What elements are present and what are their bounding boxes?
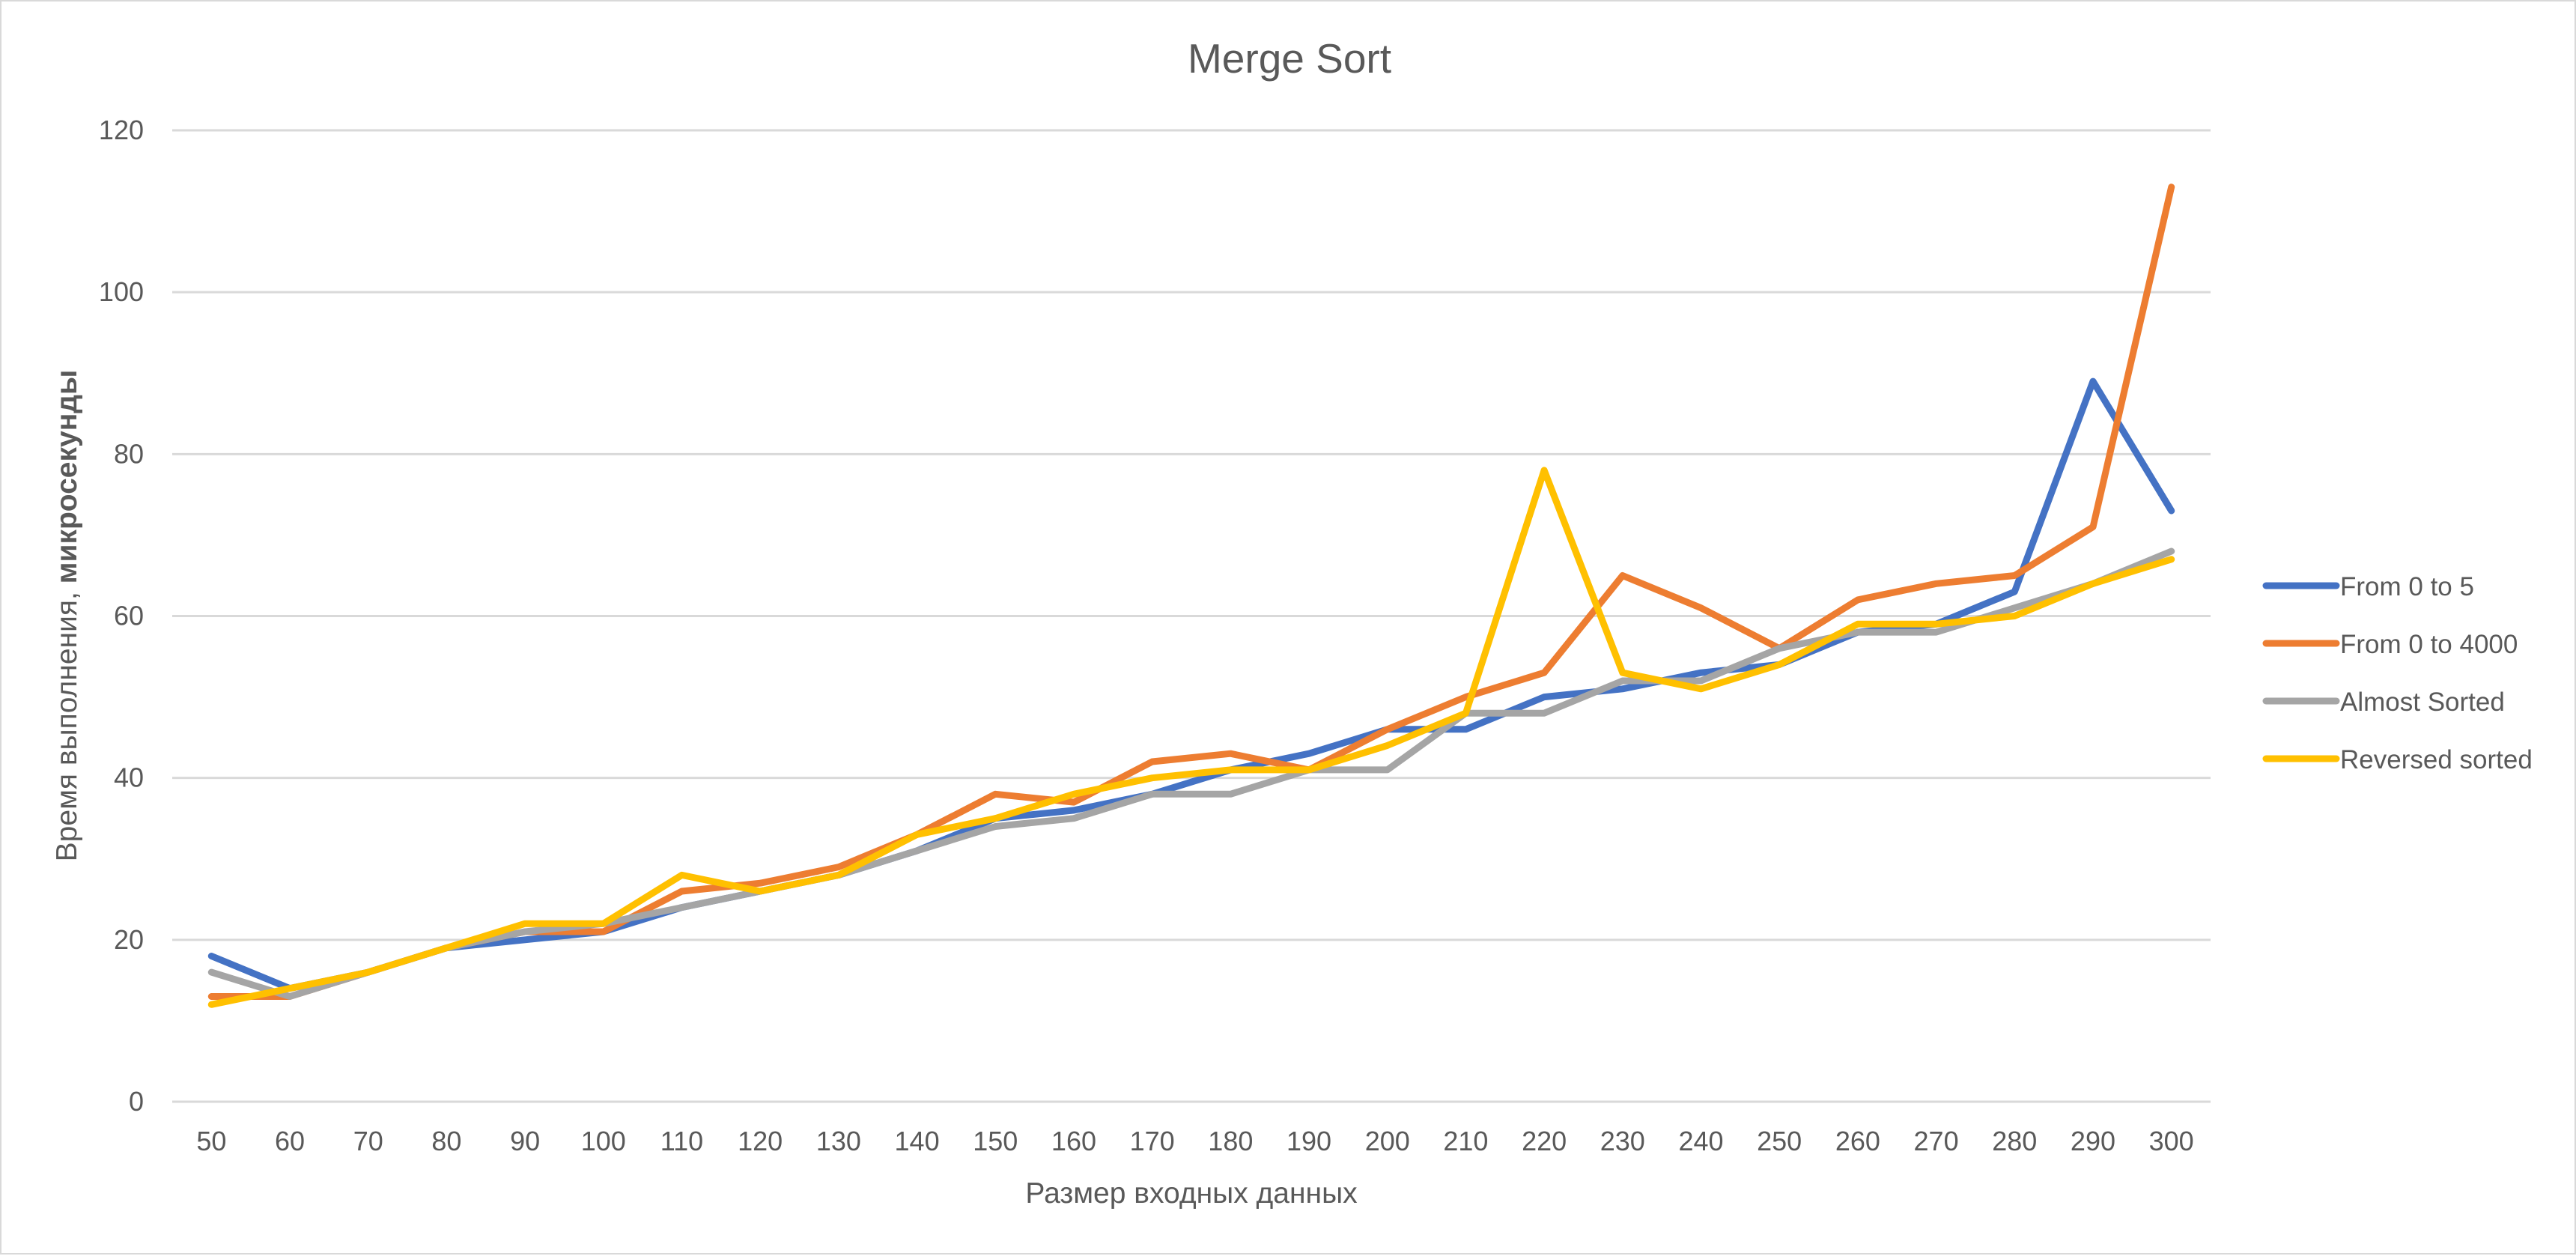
y-tick-label: 80 xyxy=(114,438,144,469)
legend-item: From 0 to 5 xyxy=(2262,572,2474,601)
y-tick-label: 40 xyxy=(114,762,144,793)
y-tick-label: 100 xyxy=(99,276,144,307)
legend-item: Reversed sorted xyxy=(2262,745,2533,774)
x-tick-label: 200 xyxy=(1365,1126,1410,1156)
x-tick-label: 300 xyxy=(2149,1126,2194,1156)
y-axis-title: Время выполнения, микросекунды xyxy=(51,370,83,862)
x-tick-label: 150 xyxy=(973,1126,1018,1156)
series-lines xyxy=(207,183,2175,1008)
y-axis-title-quantity: Время выполнения, xyxy=(51,583,83,861)
gridlines xyxy=(172,129,2211,1103)
y-tick-label: 0 xyxy=(129,1086,144,1117)
x-tick-label: 280 xyxy=(1992,1126,2037,1156)
merge-sort-chart: Merge Sort 0 20 40 60 80 100 120 50 60 70 80 90 100… xyxy=(51,35,2533,1210)
x-tick-label: 60 xyxy=(275,1126,305,1156)
x-tick-label: 160 xyxy=(1051,1126,1096,1156)
x-tick-label: 100 xyxy=(581,1126,626,1156)
y-tick-label: 60 xyxy=(114,601,144,631)
series-line-reversed-sorted xyxy=(207,467,2175,1008)
x-tick-label: 230 xyxy=(1600,1126,1645,1156)
x-tick-label: 290 xyxy=(2071,1126,2115,1156)
x-tick-label: 90 xyxy=(510,1126,540,1156)
legend: From 0 to 5 From 0 to 4000 Almost Sorted Re… xyxy=(2262,572,2533,774)
x-tick-label: 50 xyxy=(196,1126,226,1156)
x-tick-label: 80 xyxy=(431,1126,461,1156)
x-tick-label: 240 xyxy=(1678,1126,1723,1156)
x-tick-label: 250 xyxy=(1757,1126,1802,1156)
x-tick-label: 70 xyxy=(353,1126,383,1156)
x-tick-label: 270 xyxy=(1914,1126,1959,1156)
legend-label: From 0 to 4000 xyxy=(2340,630,2518,659)
y-tick-label: 20 xyxy=(114,924,144,955)
series-line-from-0-to-4000 xyxy=(207,183,2175,1000)
x-tick-label: 210 xyxy=(1443,1126,1488,1156)
legend-item: From 0 to 4000 xyxy=(2262,630,2518,659)
y-axis-ticks: 0 20 40 60 80 100 120 xyxy=(99,115,144,1117)
x-tick-label: 120 xyxy=(738,1126,783,1156)
y-axis-title-unit: микросекунды xyxy=(51,370,83,584)
x-tick-label: 140 xyxy=(895,1126,940,1156)
y-tick-label: 120 xyxy=(99,115,144,145)
legend-label: Reversed sorted xyxy=(2340,745,2533,774)
x-tick-label: 170 xyxy=(1130,1126,1175,1156)
legend-label: From 0 to 5 xyxy=(2340,572,2474,601)
chart-title: Merge Sort xyxy=(1188,35,1391,82)
x-tick-label: 130 xyxy=(816,1126,861,1156)
legend-item: Almost Sorted xyxy=(2262,688,2505,717)
x-tick-label: 260 xyxy=(1835,1126,1880,1156)
legend-label: Almost Sorted xyxy=(2340,688,2505,717)
x-axis-title: Размер входных данных xyxy=(1025,1177,1358,1210)
x-axis-ticks: 50 60 70 80 90 100 110 120 130 140 150 160 170 180 190… xyxy=(196,1126,2193,1156)
x-tick-label: 190 xyxy=(1287,1126,1331,1156)
x-tick-label: 110 xyxy=(660,1126,703,1156)
series-line-from-0-to-5 xyxy=(207,377,2175,992)
x-tick-label: 180 xyxy=(1208,1126,1253,1156)
chart-frame: Merge Sort 0 20 40 60 80 100 120 50 60 70 80 90 100… xyxy=(0,0,2576,1255)
x-tick-label: 220 xyxy=(1522,1126,1567,1156)
